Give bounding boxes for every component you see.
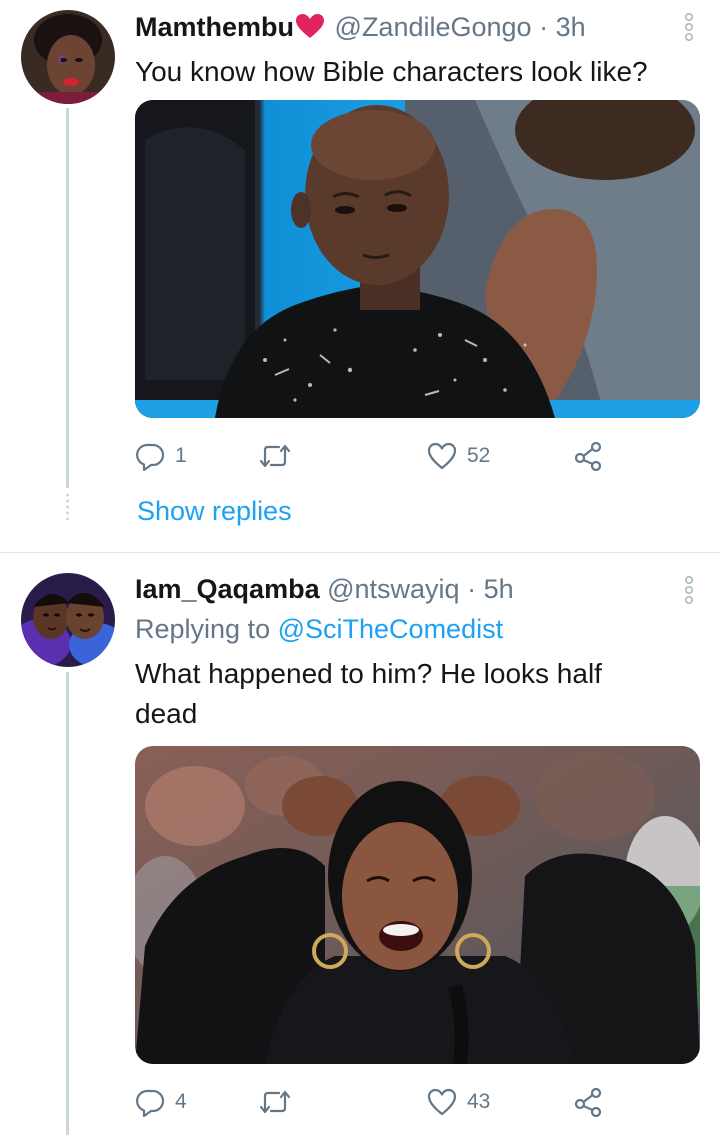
separator-dot: · bbox=[539, 12, 549, 42]
share-icon bbox=[574, 1087, 602, 1117]
timeline-feed: Mamthembu @ZandileGongo · 3h You know ho… bbox=[0, 0, 720, 1135]
more-options-icon[interactable] bbox=[684, 12, 694, 42]
display-name[interactable]: Iam_Qaqamba bbox=[135, 574, 320, 604]
red-heart-emoji-icon bbox=[295, 13, 325, 47]
more-options-icon[interactable] bbox=[684, 575, 694, 605]
share-button[interactable] bbox=[573, 1084, 603, 1120]
like-count: 43 bbox=[467, 1090, 491, 1113]
tweet[interactable]: Mamthembu @ZandileGongo · 3h You know ho… bbox=[0, 0, 720, 552]
like-button[interactable]: 52 bbox=[427, 438, 490, 474]
reply-icon bbox=[136, 443, 165, 471]
tweet[interactable]: Iam_Qaqamba @ntswayiq · 5h Replying to @… bbox=[0, 553, 720, 1135]
heart-icon bbox=[427, 442, 457, 470]
reply-icon bbox=[136, 1089, 165, 1117]
tweet-actions: 4 43 bbox=[135, 1084, 700, 1120]
avatar[interactable] bbox=[21, 10, 115, 104]
timestamp[interactable]: 3h bbox=[556, 12, 586, 42]
show-replies-link[interactable]: Show replies bbox=[137, 494, 292, 528]
reply-button[interactable]: 1 bbox=[135, 438, 187, 474]
user-handle[interactable]: @ZandileGongo bbox=[335, 12, 532, 42]
tweet-actions: 1 52 bbox=[135, 438, 700, 474]
mention-link[interactable]: @SciTheComedist bbox=[278, 614, 503, 644]
tweet-photo[interactable] bbox=[135, 746, 700, 1064]
tweet-text: What happened to him? He looks half dead bbox=[135, 658, 602, 729]
reply-count: 1 bbox=[175, 444, 187, 467]
timestamp[interactable]: 5h bbox=[484, 574, 514, 604]
heart-icon bbox=[427, 1088, 457, 1116]
share-icon bbox=[574, 441, 602, 471]
user-handle[interactable]: @ntswayiq bbox=[327, 574, 459, 604]
retweet-button[interactable] bbox=[257, 1084, 303, 1120]
like-button[interactable]: 43 bbox=[427, 1084, 490, 1120]
like-count: 52 bbox=[467, 444, 491, 467]
separator-dot: · bbox=[467, 574, 477, 604]
display-name[interactable]: Mamthembu bbox=[135, 12, 294, 42]
tweet-header: Mamthembu @ZandileGongo · 3h bbox=[135, 10, 586, 47]
retweet-icon bbox=[259, 1090, 291, 1114]
replying-to-line: Replying to @SciTheComedist bbox=[135, 612, 503, 646]
retweet-icon bbox=[259, 444, 291, 468]
tweet-header: Iam_Qaqamba @ntswayiq · 5h bbox=[135, 572, 514, 606]
share-button[interactable] bbox=[573, 438, 603, 474]
replying-to-label: Replying to bbox=[135, 614, 271, 644]
tweet-text: You know how Bible characters look like? bbox=[135, 56, 648, 87]
tweet-photo[interactable] bbox=[135, 100, 700, 418]
retweet-button[interactable] bbox=[257, 438, 303, 474]
reply-button[interactable]: 4 bbox=[135, 1084, 187, 1120]
reply-count: 4 bbox=[175, 1090, 187, 1113]
avatar[interactable] bbox=[21, 573, 115, 667]
